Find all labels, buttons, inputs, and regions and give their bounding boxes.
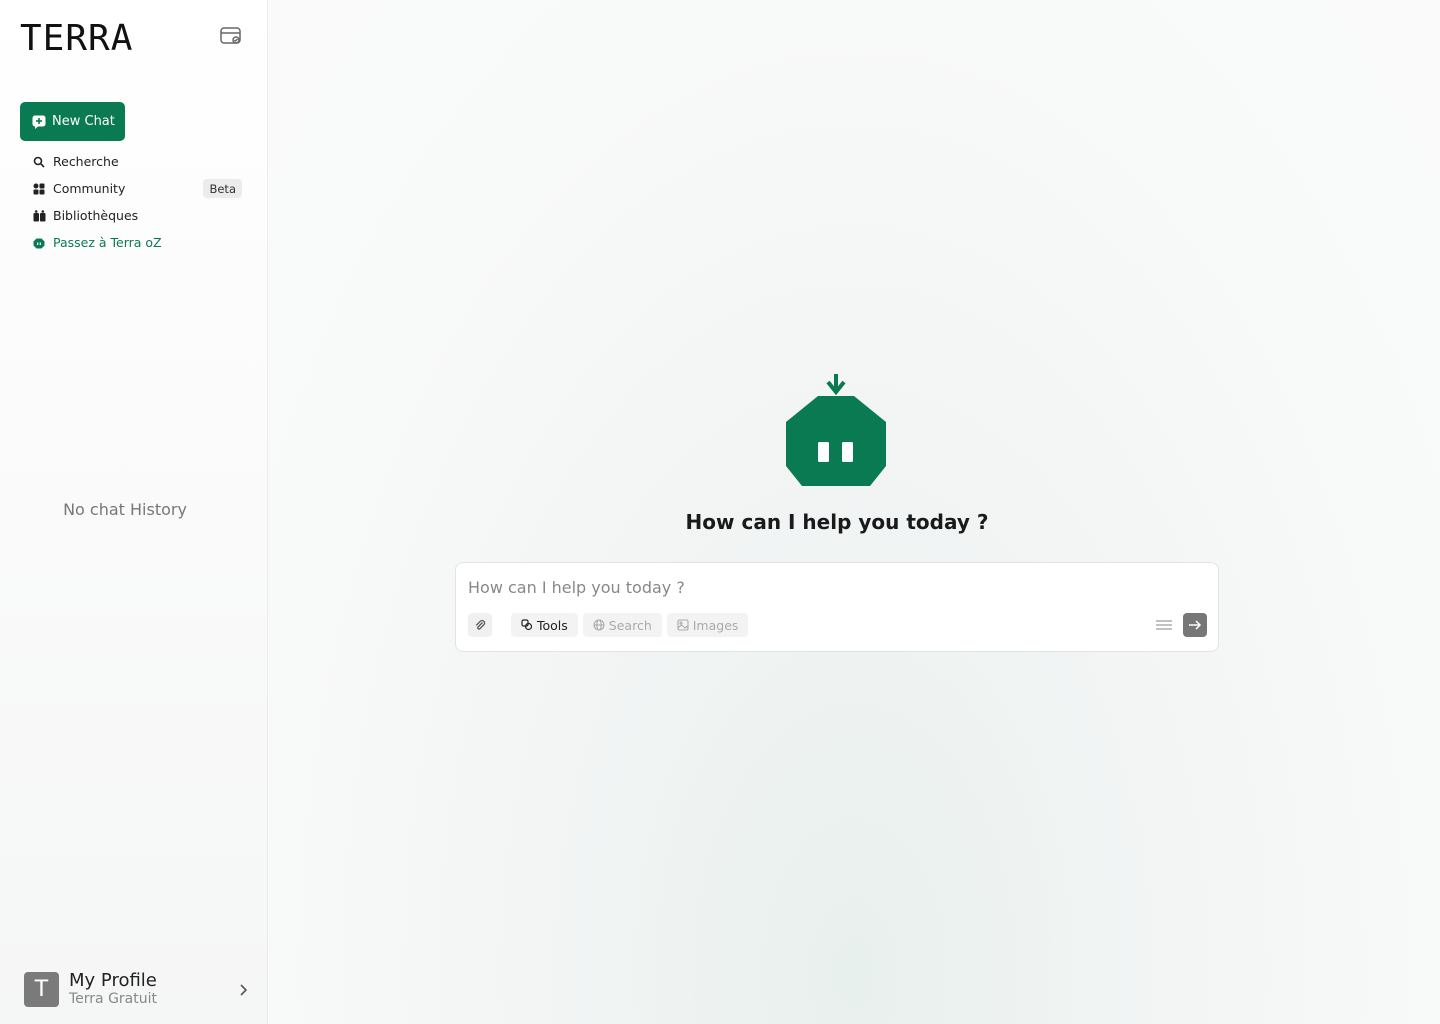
image-icon bbox=[677, 619, 689, 631]
page-title: How can I help you today ? bbox=[685, 510, 989, 534]
chip-label: Images bbox=[692, 617, 739, 633]
sidebar-item-bibliotheques[interactable]: Bibliothèques bbox=[20, 202, 246, 229]
profile-name: My Profile bbox=[69, 970, 157, 991]
avatar: T bbox=[24, 971, 59, 1007]
chip-label: Tools bbox=[537, 617, 568, 633]
library-icon bbox=[31, 208, 47, 224]
new-chat-button[interactable]: New Chat bbox=[20, 102, 125, 141]
sidebar-toggle-icon bbox=[220, 27, 241, 44]
sidebar-item-label: Recherche bbox=[53, 154, 119, 169]
search-chip[interactable]: Search bbox=[582, 613, 662, 637]
paperclip-icon bbox=[475, 619, 486, 630]
grid-icon bbox=[31, 181, 47, 197]
search-icon bbox=[31, 154, 47, 170]
chat-composer: Tools Search Images bbox=[455, 562, 1219, 652]
chat-input[interactable] bbox=[468, 575, 1168, 599]
terra-logo[interactable]: TERRA bbox=[20, 18, 133, 59]
send-arrow-icon bbox=[1189, 620, 1202, 630]
sidebar-item-label: Passez à Terra oZ bbox=[53, 235, 162, 250]
sidebar-item-community[interactable]: Community Beta bbox=[20, 175, 246, 202]
profile-button[interactable]: T My Profile Terra Gratuit bbox=[24, 968, 250, 1010]
tools-icon bbox=[521, 619, 533, 631]
images-chip[interactable]: Images bbox=[666, 613, 749, 637]
tools-chip[interactable]: Tools bbox=[511, 613, 578, 637]
sidebar-item-label: Bibliothèques bbox=[53, 208, 139, 223]
empty-history-message: No chat History bbox=[63, 500, 187, 519]
sidebar-item-upgrade[interactable]: Passez à Terra oZ bbox=[20, 229, 246, 256]
sidebar-item-label: Community bbox=[53, 181, 126, 196]
sliders-icon bbox=[1156, 620, 1172, 630]
collapse-sidebar-button[interactable] bbox=[218, 24, 244, 48]
sidebar: TERRA New Chat Recherche Community Beta … bbox=[0, 0, 268, 1024]
terra-robot-icon bbox=[786, 374, 886, 486]
chip-label: Search bbox=[608, 617, 652, 633]
attach-button[interactable] bbox=[468, 613, 492, 637]
new-chat-icon bbox=[32, 115, 46, 129]
profile-plan: Terra Gratuit bbox=[69, 991, 158, 1007]
robot-icon bbox=[31, 235, 47, 251]
globe-icon bbox=[593, 619, 605, 631]
composer-settings-button[interactable] bbox=[1155, 616, 1173, 634]
chevron-right-icon bbox=[238, 982, 248, 1001]
sidebar-nav: Recherche Community Beta Bibliothèques P… bbox=[20, 148, 246, 256]
sidebar-item-recherche[interactable]: Recherche bbox=[20, 148, 246, 175]
send-button[interactable] bbox=[1183, 613, 1207, 637]
main-area: How can I help you today ? Tools Search … bbox=[268, 0, 1440, 1024]
beta-badge: Beta bbox=[203, 179, 242, 198]
new-chat-label: New Chat bbox=[52, 114, 115, 129]
